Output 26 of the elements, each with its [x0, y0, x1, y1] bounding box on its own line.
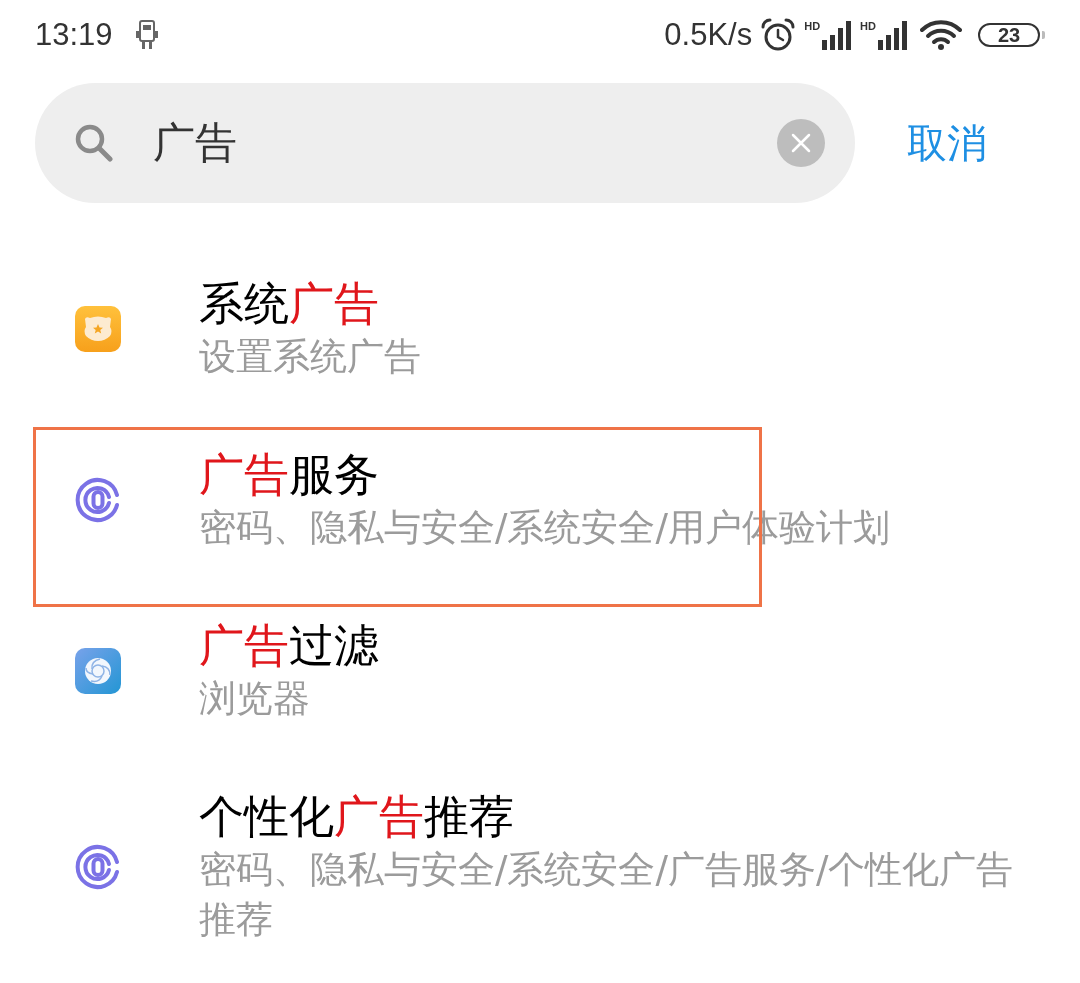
battery-indicator: 23 [978, 23, 1045, 47]
search-icon [75, 124, 113, 162]
clock-time: 13:19 [35, 17, 113, 53]
alarm-clock-icon [760, 18, 797, 52]
network-type-label: HD [860, 21, 876, 32]
search-field[interactable]: 广告 [35, 83, 855, 203]
result-path: 设置系统广告 [199, 334, 421, 380]
signal-icon [822, 20, 853, 50]
result-title[interactable]: 个性化广告推荐 [199, 789, 1014, 845]
result-path: 密码、隐私与安全/系统安全/广告服务/个性化广告推荐 [199, 847, 1014, 943]
clear-button[interactable] [777, 119, 825, 167]
result-path: 浏览器 [199, 676, 311, 722]
wifi-icon [920, 19, 962, 51]
signal-icon [878, 20, 908, 50]
aperture-icon [75, 648, 121, 694]
network-speed: 0.5K/s [664, 17, 753, 53]
robot-icon [134, 20, 159, 50]
result-title[interactable]: 广告服务 [199, 447, 890, 503]
result-title[interactable]: 广告过滤 [199, 618, 379, 674]
fingerprint-icon [75, 477, 121, 523]
search-input[interactable]: 广告 [153, 118, 777, 168]
result-title[interactable]: 系统广告 [199, 276, 421, 332]
close-icon [791, 133, 811, 153]
bear-face-icon [75, 306, 121, 352]
fingerprint-icon [75, 844, 121, 890]
network-type-label: HD [804, 21, 821, 32]
